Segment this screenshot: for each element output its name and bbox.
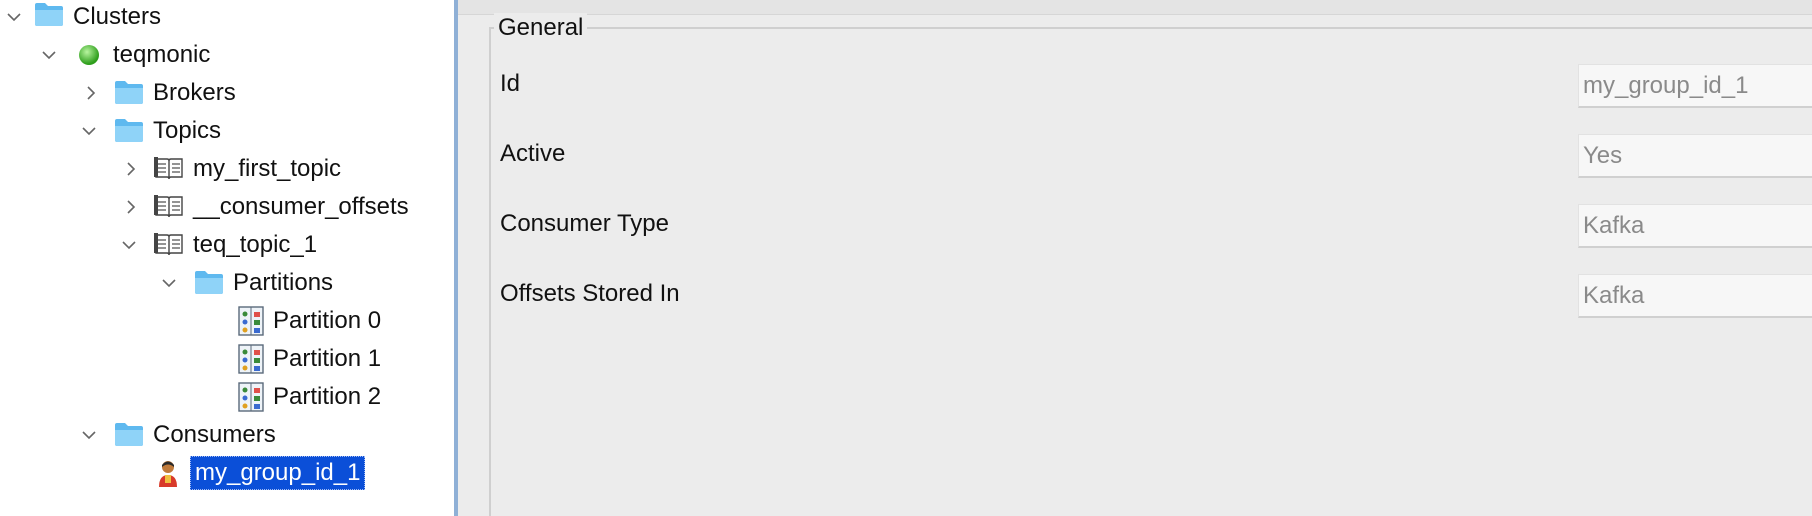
- consumer-person-icon: [156, 458, 180, 488]
- folder-icon: [114, 421, 144, 447]
- field-label-active: Active: [500, 140, 566, 167]
- topic-book-icon: [154, 155, 184, 181]
- tree-node-consumers[interactable]: Consumers: [0, 416, 454, 454]
- folder-icon: [194, 269, 224, 295]
- field-value-offsets-stored-in[interactable]: [1578, 274, 1812, 318]
- tree-node-topic[interactable]: __consumer_offsets: [0, 188, 454, 226]
- tree-node-partition[interactable]: Partition 1: [0, 340, 454, 378]
- tree-label-consumers: Consumers: [153, 421, 276, 448]
- chevron-right-icon[interactable]: [120, 196, 142, 218]
- chevron-right-icon[interactable]: [120, 158, 142, 180]
- folder-icon: [114, 79, 144, 105]
- tree-label-partition: Partition 2: [273, 383, 382, 410]
- tree-node-topics[interactable]: Topics: [0, 112, 454, 150]
- chevron-down-icon[interactable]: [118, 234, 140, 256]
- partition-icon: [238, 344, 264, 374]
- chevron-down-icon[interactable]: [78, 424, 100, 446]
- tree-node-topic[interactable]: my_first_topic: [0, 150, 454, 188]
- field-value-id[interactable]: [1578, 64, 1812, 108]
- tree-node-clusters[interactable]: Clusters: [0, 0, 454, 36]
- field-value-consumer-type[interactable]: [1578, 204, 1812, 248]
- field-label-id: Id: [500, 70, 521, 97]
- tree-label-partition: Partition 0: [273, 307, 382, 334]
- top-strip: [458, 0, 1812, 15]
- group-title: General: [494, 13, 588, 43]
- chevron-right-icon[interactable]: [80, 82, 102, 104]
- tree-node-partitions[interactable]: Partitions: [0, 264, 454, 302]
- tree-label-topic: __consumer_offsets: [193, 193, 409, 220]
- folder-icon: [114, 117, 144, 143]
- tree-label-topics: Topics: [153, 117, 222, 144]
- tree-node-topic[interactable]: teq_topic_1: [0, 226, 454, 264]
- tree-node-cluster[interactable]: teqmonic: [0, 36, 454, 74]
- field-label-consumer-type: Consumer Type: [500, 210, 669, 237]
- field-label-offsets-stored-in: Offsets Stored In: [500, 280, 680, 307]
- tree-label-partitions: Partitions: [233, 269, 334, 296]
- field-value-active[interactable]: [1578, 134, 1812, 178]
- tree-label-partition: Partition 1: [273, 345, 382, 372]
- detail-panel: General Id Active Consumer Type Offsets …: [458, 0, 1812, 516]
- tree-node-partition[interactable]: Partition 2: [0, 378, 454, 416]
- tree-label-brokers: Brokers: [153, 79, 236, 106]
- topic-book-icon: [154, 193, 184, 219]
- chevron-down-icon[interactable]: [78, 120, 100, 142]
- partition-icon: [238, 306, 264, 336]
- chevron-down-icon[interactable]: [38, 44, 60, 66]
- tree-label-topic: teq_topic_1: [193, 231, 318, 258]
- tree-node-consumer[interactable]: my_group_id_1: [0, 454, 454, 492]
- navigation-tree: Clusters teqmonic Brokers Topics my_firs…: [0, 0, 454, 516]
- tree-node-partition[interactable]: Partition 0: [0, 302, 454, 340]
- tree-label-clusters: Clusters: [73, 3, 162, 30]
- chevron-down-icon[interactable]: [158, 272, 180, 294]
- tree-label-topic: my_first_topic: [193, 155, 342, 182]
- status-green-dot-icon: [78, 44, 100, 66]
- partition-icon: [238, 382, 264, 412]
- topic-book-icon: [154, 231, 184, 257]
- tree-label-cluster: teqmonic: [113, 41, 211, 68]
- chevron-down-icon[interactable]: [3, 6, 25, 28]
- tree-node-brokers[interactable]: Brokers: [0, 74, 454, 112]
- tree-label-consumer: my_group_id_1: [190, 456, 366, 490]
- folder-icon: [34, 1, 64, 27]
